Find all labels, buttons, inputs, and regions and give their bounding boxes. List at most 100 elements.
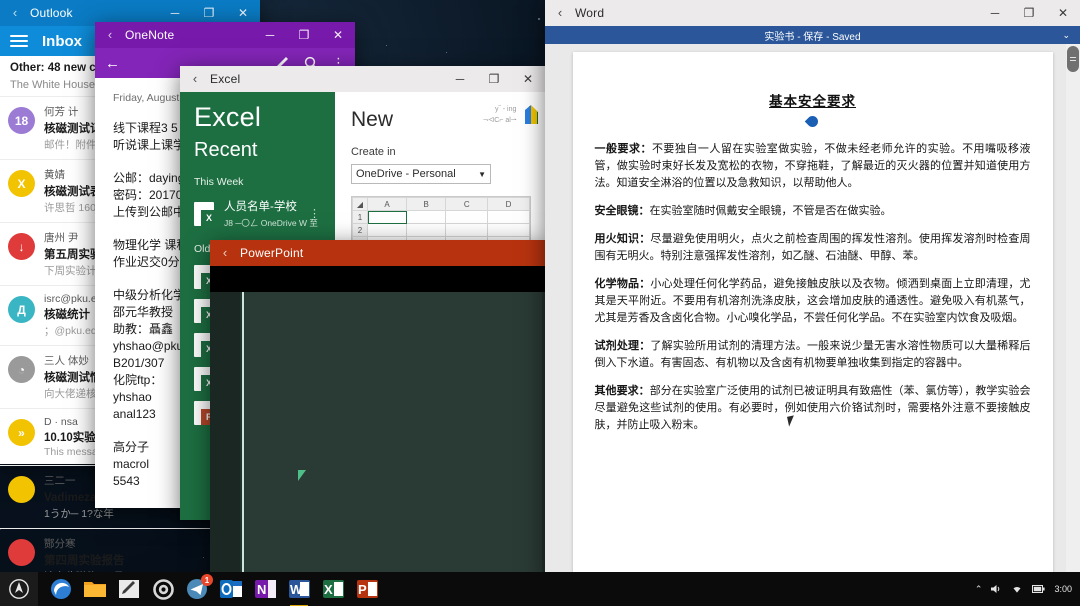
recent-heading: Recent (194, 139, 258, 161)
excel-logo: Excel (194, 102, 262, 132)
grid-corner: ◢ (352, 197, 368, 211)
document-page[interactable]: 基本安全要求 一般要求：不要独自一人留在实验室做实验，不做未经老师允许的实验。不… (572, 52, 1053, 572)
avatar (8, 539, 35, 566)
minimize-icon[interactable]: ─ (443, 66, 477, 92)
svg-text:P: P (358, 582, 367, 597)
excel-titlebar: ‹ Excel ─ ❐ ✕ (180, 66, 545, 92)
grid-cell[interactable] (366, 223, 408, 237)
volume-icon[interactable] (991, 584, 1002, 594)
up-arrow-icon[interactable]: ⌃ (975, 584, 983, 595)
taskbar-excel-icon[interactable]: X (322, 578, 344, 600)
desktop: ‹ Outlook ─ ❐ ✕ Inbox Other: 48 new conv… (0, 0, 1080, 606)
paragraph-body: 不要独自一人留在实验室做实验，不做未经老师允许的实验。不用嘴吸移液管，做实验时束… (594, 143, 1031, 189)
word-window[interactable]: ‹ Word ─ ❐ ✕ 实验书 - 保存 - Saved ⌄ 基本安全要求 一… (545, 0, 1080, 580)
document-paragraph: 其他要求：部分在实验室广泛使用的试剂已被证明具有致癌性（苯、氯仿等），教学实验会… (595, 383, 1031, 434)
back-icon[interactable]: ‹ (95, 22, 125, 48)
grid-cell[interactable] (445, 210, 489, 224)
word-canvas[interactable]: 基本安全要求 一般要求：不要独自一人留在实验室做实验，不做未经老师允许的实验。不… (545, 44, 1080, 580)
powerpoint-window[interactable]: ‹ PowerPoint (210, 240, 546, 606)
back-icon[interactable]: ‹ (0, 0, 30, 26)
recent-group-label: This Week (194, 176, 244, 188)
maximize-icon[interactable]: ❐ (287, 22, 321, 48)
word-window-controls[interactable]: ─ ❐ ✕ (978, 0, 1080, 26)
paragraph-lead: 用火知识： (594, 233, 651, 245)
document-paragraph: 用火知识：尽量避免使用明火，点火之前检查周围的挥发性溶剂。使用挥发溶剂时检查周围… (595, 231, 1031, 265)
grid-cell[interactable] (445, 223, 489, 237)
avatar: Д (8, 296, 35, 323)
onenote-window-controls[interactable]: ─ ❐ ✕ (253, 22, 355, 48)
grid-col-header[interactable]: D (487, 197, 530, 211)
grid-cell[interactable] (366, 210, 408, 224)
taskbar-word-icon[interactable]: W (288, 578, 310, 606)
grid-col-header[interactable]: B (406, 197, 447, 211)
hamburger-icon[interactable] (10, 32, 28, 50)
word-title: Word (575, 6, 605, 20)
vertical-scrollbar[interactable] (1066, 44, 1080, 580)
wifi-icon[interactable] (1011, 584, 1023, 594)
powerpoint-stage[interactable] (210, 292, 546, 606)
minimize-icon[interactable]: ─ (978, 0, 1012, 26)
back-icon[interactable]: ‹ (545, 0, 575, 26)
grid-cell[interactable] (406, 210, 447, 224)
more-icon[interactable]: ⋮ (309, 207, 321, 220)
paragraph-body: 尽量避免使用明火，点火之前检查周围的挥发性溶剂。使用挥发溶剂时检查周围有无明火。… (594, 233, 1031, 262)
svg-text:X: X (324, 582, 333, 597)
powerpoint-titlebar: ‹ PowerPoint (210, 240, 546, 266)
system-tray[interactable]: ⌃ 3:00 (975, 584, 1080, 595)
maximize-icon[interactable]: ❐ (1012, 0, 1046, 26)
minimize-icon[interactable]: ─ (253, 22, 287, 48)
paragraph-lead: 一般要求： (594, 143, 652, 155)
back-icon[interactable]: ‹ (180, 66, 210, 92)
grid-row-header[interactable]: 1 (352, 210, 368, 224)
powerpoint-ribbon-area (210, 266, 546, 292)
avatar: 18 (8, 107, 35, 134)
grid-row[interactable]: 1 (352, 210, 530, 224)
grid-row[interactable]: 2 (352, 223, 530, 237)
close-icon[interactable]: ✕ (511, 66, 545, 92)
recent-file-item[interactable]: 人员名单-学校 J8 ─〇ㄥ OneDrive W 至⋮ (194, 198, 335, 229)
file-name: 人员名单-学校 (224, 201, 297, 213)
water-drop-icon (807, 116, 818, 130)
taskbar-telegram-icon[interactable]: 1 (186, 574, 213, 600)
word-save-status-bar[interactable]: 实验书 - 保存 - Saved ⌄ (545, 26, 1080, 44)
taskbar-sticky-notes-icon[interactable] (118, 578, 140, 600)
close-icon[interactable]: ✕ (1046, 0, 1080, 26)
taskbar-outlook-icon[interactable] (220, 578, 242, 600)
battery-icon[interactable] (1032, 585, 1046, 593)
taskbar-file-explorer-icon[interactable] (84, 578, 106, 600)
taskbar-settings-icon[interactable] (152, 578, 174, 600)
back-arrow-icon[interactable]: ← (105, 55, 120, 72)
create-in-label: Create in (351, 146, 396, 158)
back-icon[interactable]: ‹ (210, 240, 240, 266)
clock[interactable]: 3:00 (1054, 584, 1072, 594)
svg-text:W: W (290, 582, 303, 597)
start-button[interactable] (0, 572, 38, 606)
scrollbar-thumb[interactable] (1067, 46, 1079, 72)
paragraph-body: 部分在实验室广泛使用的试剂已被证明具有致癌性（苯、氯仿等），教学实验会尽量避免这… (594, 385, 1031, 431)
excel-window-controls[interactable]: ─ ❐ ✕ (443, 66, 545, 92)
grid-cell[interactable] (406, 223, 447, 237)
word-titlebar: ‹ Word ─ ❐ ✕ (545, 0, 1080, 26)
taskbar-apps[interactable]: 1 N W X P (50, 574, 378, 606)
chevron-down-icon[interactable]: ⌄ (1062, 30, 1070, 41)
grid-row-header[interactable]: 2 (352, 223, 368, 237)
grid-cell[interactable] (487, 223, 530, 237)
grid-col-header[interactable]: C (445, 197, 489, 211)
create-in-select[interactable]: OneDrive - Personal ▼ (351, 164, 491, 184)
taskbar-onenote-icon[interactable]: N (254, 578, 276, 600)
taskbar-edge-icon[interactable] (50, 578, 72, 600)
slide-thumbnail-rail[interactable] (210, 292, 240, 606)
onenote-titlebar: ‹ OneNote ─ ❐ ✕ (95, 22, 355, 48)
maximize-icon[interactable]: ❐ (477, 66, 511, 92)
outlook-title: Outlook (30, 6, 73, 20)
grid-cell[interactable] (487, 210, 530, 224)
create-in-value: OneDrive - Personal (356, 168, 456, 180)
paragraph-body: 小心处理任何化学药品，避免接触皮肤以及衣物。倾洒到桌面上立即清理，尤其是天平附近… (594, 278, 1031, 324)
taskbar-powerpoint-icon[interactable]: P (356, 578, 378, 600)
grid-col-header[interactable]: A (366, 197, 408, 211)
slide-canvas[interactable] (242, 292, 542, 606)
close-icon[interactable]: ✕ (321, 22, 355, 48)
taskbar[interactable]: 1 N W X P ⌃ 3:00 (0, 572, 1080, 606)
paragraph-body: 在实验室随时佩戴安全眼镜，不管是否在做实验。 (649, 205, 892, 217)
avatar: » (8, 419, 35, 446)
